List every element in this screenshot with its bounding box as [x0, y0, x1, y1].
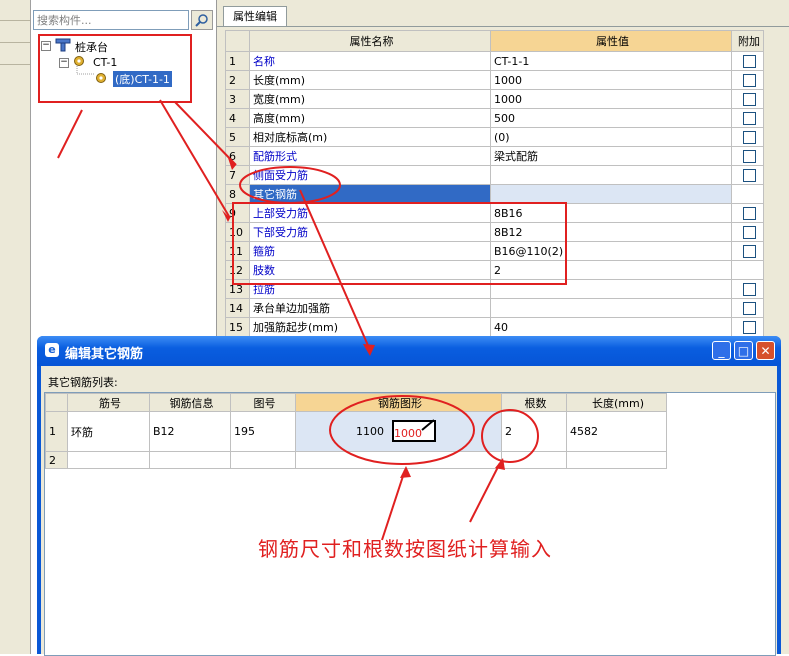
annotation-caption: 钢筋尺寸和根数按图纸计算输入: [258, 537, 552, 561]
annotation-box-rebar: [232, 202, 567, 285]
annotation-box-tree: [38, 34, 192, 103]
annotation-circle-count: [481, 409, 539, 463]
annotation-circle-shape: [329, 395, 475, 465]
annotation-circle-other-rebar: [239, 166, 341, 204]
